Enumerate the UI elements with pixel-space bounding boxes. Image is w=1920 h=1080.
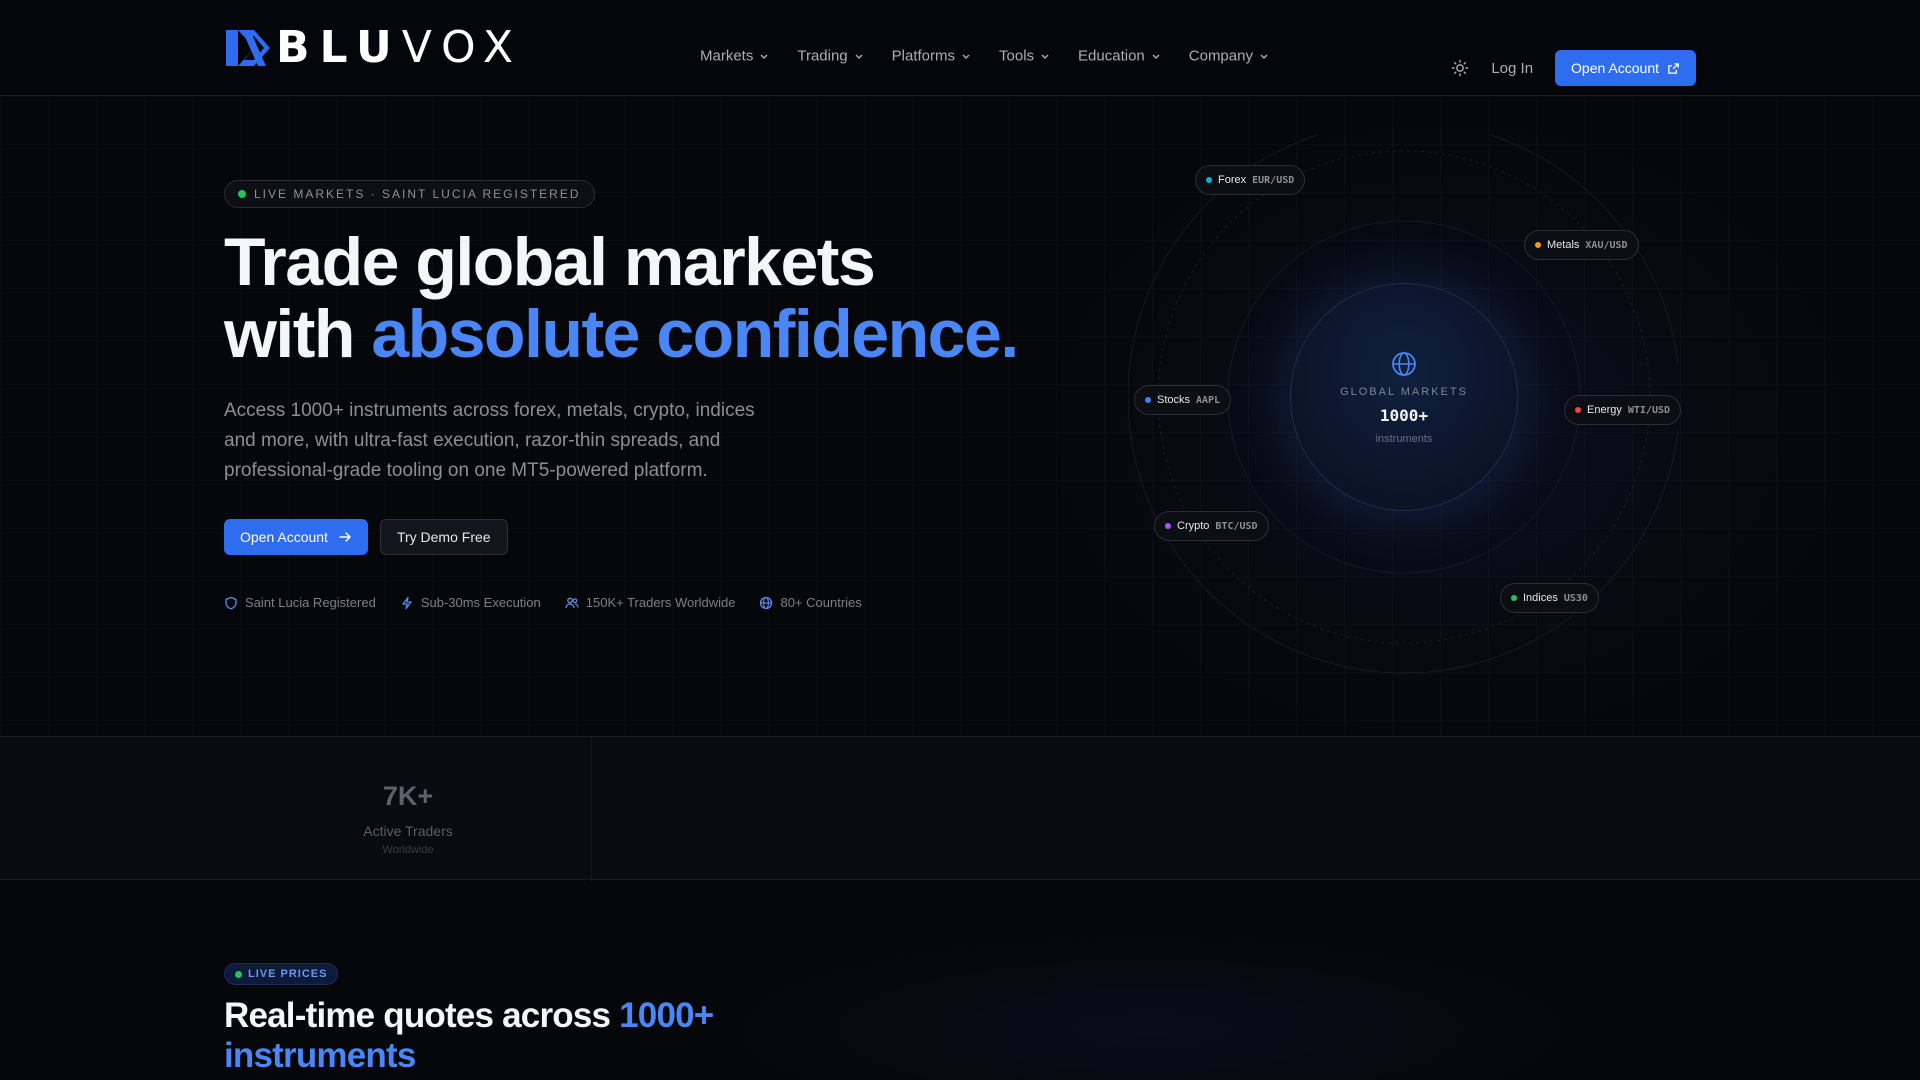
nav-platforms-label: Platforms bbox=[891, 47, 956, 65]
orbit-core: GLOBAL MARKETS 1000+ instruments bbox=[1290, 283, 1518, 511]
live-indicator-dot bbox=[238, 190, 246, 198]
nav-trading-label: Trading bbox=[797, 47, 848, 65]
stat-value: 7K+ bbox=[382, 781, 434, 811]
trust-item-countries: 80+ Countries bbox=[759, 595, 862, 610]
market-dot bbox=[1535, 242, 1541, 248]
nav-tools[interactable]: Tools bbox=[999, 48, 1050, 65]
live-prices-title-plain: Real-time quotes across bbox=[224, 996, 620, 1035]
stat-label: Active Traders bbox=[363, 823, 453, 839]
live-prices-badge: LIVE PRICES bbox=[224, 963, 339, 985]
market-pill-metals[interactable]: Metals XAU/USD bbox=[1524, 230, 1639, 260]
bolt-icon bbox=[402, 596, 412, 609]
market-symbol: WTI/USD bbox=[1627, 404, 1671, 416]
nav-markets-label: Markets bbox=[700, 47, 754, 65]
live-prices-badge-text: LIVE PRICES bbox=[248, 968, 328, 980]
orbit-core-value: 1000+ bbox=[1379, 405, 1429, 425]
nav-education[interactable]: Education bbox=[1078, 48, 1161, 65]
site-header: BLUVOX Markets Trading Platforms Tools E… bbox=[0, 0, 1920, 96]
hero-badge-text: LIVE MARKETS · SAINT LUCIA REGISTERED bbox=[254, 187, 581, 201]
hero-open-account-label: Open Account bbox=[240, 529, 328, 545]
market-symbol: AAPL bbox=[1196, 394, 1221, 406]
login-link[interactable]: Log In bbox=[1491, 60, 1533, 77]
nav-education-label: Education bbox=[1078, 47, 1145, 65]
hero-description: Access 1000+ instruments across forex, m… bbox=[224, 400, 755, 481]
market-symbol: US30 bbox=[1563, 592, 1588, 604]
brand-name-bold: BLU bbox=[276, 22, 402, 73]
nav-tools-label: Tools bbox=[999, 47, 1035, 65]
header-open-account-button[interactable]: Open Account bbox=[1555, 50, 1696, 86]
market-name: Forex bbox=[1218, 174, 1247, 186]
brand-logo-mark-icon bbox=[226, 30, 270, 66]
hero-open-account-button[interactable]: Open Account bbox=[224, 519, 368, 555]
external-link-icon bbox=[1668, 62, 1679, 74]
chevron-down-icon bbox=[760, 54, 768, 59]
orbit-core-label: GLOBAL MARKETS bbox=[1340, 385, 1468, 398]
nav-trading[interactable]: Trading bbox=[797, 48, 863, 65]
main-nav: Markets Trading Platforms Tools Educatio… bbox=[700, 48, 1269, 65]
stat-sublabel: Worldwide bbox=[382, 844, 434, 856]
market-name: Crypto bbox=[1177, 520, 1210, 532]
globe-icon bbox=[1392, 351, 1416, 376]
trust-item-countries-label: 80+ Countries bbox=[780, 595, 862, 610]
nav-markets[interactable]: Markets bbox=[700, 48, 769, 65]
market-pill-forex[interactable]: Forex EUR/USD bbox=[1195, 165, 1306, 195]
market-symbol: EUR/USD bbox=[1252, 174, 1295, 186]
market-name: Energy bbox=[1587, 404, 1622, 416]
market-pill-indices[interactable]: Indices US30 bbox=[1500, 583, 1599, 613]
orbit-core-sub: instruments bbox=[1375, 432, 1433, 445]
market-dot bbox=[1165, 523, 1171, 529]
hero-title-line1: Trade global markets bbox=[224, 224, 876, 300]
header-open-account-label: Open Account bbox=[1571, 60, 1659, 76]
chevron-down-icon bbox=[1041, 54, 1049, 59]
brand-name: BLUVOX bbox=[276, 26, 523, 70]
chevron-down-icon bbox=[1152, 54, 1160, 59]
brand-name-light: VOX bbox=[401, 22, 524, 73]
hero-title: Trade global markets with absolute confi… bbox=[224, 224, 1019, 372]
globe-icon bbox=[760, 596, 773, 609]
market-pill-stocks[interactable]: Stocks AAPL bbox=[1134, 385, 1232, 415]
header-actions: Log In Open Account bbox=[1451, 50, 1696, 86]
trust-item-execution: Sub-30ms Execution bbox=[400, 595, 541, 610]
market-dot bbox=[1511, 595, 1517, 601]
market-name: Metals bbox=[1547, 239, 1580, 251]
nav-company[interactable]: Company bbox=[1189, 48, 1269, 65]
market-dot bbox=[1206, 177, 1212, 183]
hero-cta-group: Open Account Try Demo Free bbox=[224, 519, 508, 555]
market-pill-energy[interactable]: Energy WTI/USD bbox=[1564, 395, 1682, 425]
trust-item-traders-label: 150K+ Traders Worldwide bbox=[585, 595, 736, 610]
stat-active-traders: 7K+ Active Traders Worldwide bbox=[224, 737, 592, 881]
trust-item-traders: 150K+ Traders Worldwide bbox=[565, 595, 736, 610]
arrow-right-icon bbox=[339, 532, 351, 542]
hero-title-line2-plain: with bbox=[224, 296, 372, 372]
theme-toggle-sun-icon[interactable] bbox=[1451, 59, 1469, 77]
global-markets-orbit: GLOBAL MARKETS 1000+ instruments Forex E… bbox=[1128, 135, 1682, 675]
nav-company-label: Company bbox=[1188, 47, 1253, 65]
shield-icon bbox=[225, 596, 237, 609]
stats-band: 7K+ Active Traders Worldwide bbox=[0, 736, 1920, 881]
trust-item-registered: Saint Lucia Registered bbox=[224, 595, 376, 610]
hero-title-accent: absolute confidence. bbox=[371, 296, 1019, 372]
market-dot bbox=[1145, 397, 1151, 403]
market-symbol: BTC/USD bbox=[1215, 520, 1258, 532]
live-indicator-dot bbox=[235, 970, 242, 978]
market-dot bbox=[1575, 407, 1581, 413]
brand-logo[interactable]: BLUVOX bbox=[224, 26, 523, 70]
trust-indicators: Saint Lucia Registered Sub-30ms Executio… bbox=[224, 595, 862, 610]
market-name: Indices bbox=[1523, 592, 1558, 604]
hero-badge: LIVE MARKETS · SAINT LUCIA REGISTERED bbox=[224, 180, 595, 208]
trust-item-execution-label: Sub-30ms Execution bbox=[420, 595, 541, 610]
users-icon bbox=[565, 597, 579, 608]
chevron-down-icon bbox=[1260, 54, 1268, 59]
market-pill-crypto[interactable]: Crypto BTC/USD bbox=[1154, 511, 1269, 541]
market-symbol: XAU/USD bbox=[1585, 239, 1628, 251]
market-name: Stocks bbox=[1157, 394, 1191, 406]
live-prices-title: Real-time quotes across 1000+ instrument… bbox=[224, 996, 824, 1076]
nav-platforms[interactable]: Platforms bbox=[892, 48, 971, 65]
chevron-down-icon bbox=[855, 54, 863, 59]
trust-item-registered-label: Saint Lucia Registered bbox=[245, 595, 376, 610]
live-prices-glow bbox=[700, 930, 1600, 1080]
try-demo-button[interactable]: Try Demo Free bbox=[379, 519, 508, 555]
chevron-down-icon bbox=[962, 54, 970, 59]
